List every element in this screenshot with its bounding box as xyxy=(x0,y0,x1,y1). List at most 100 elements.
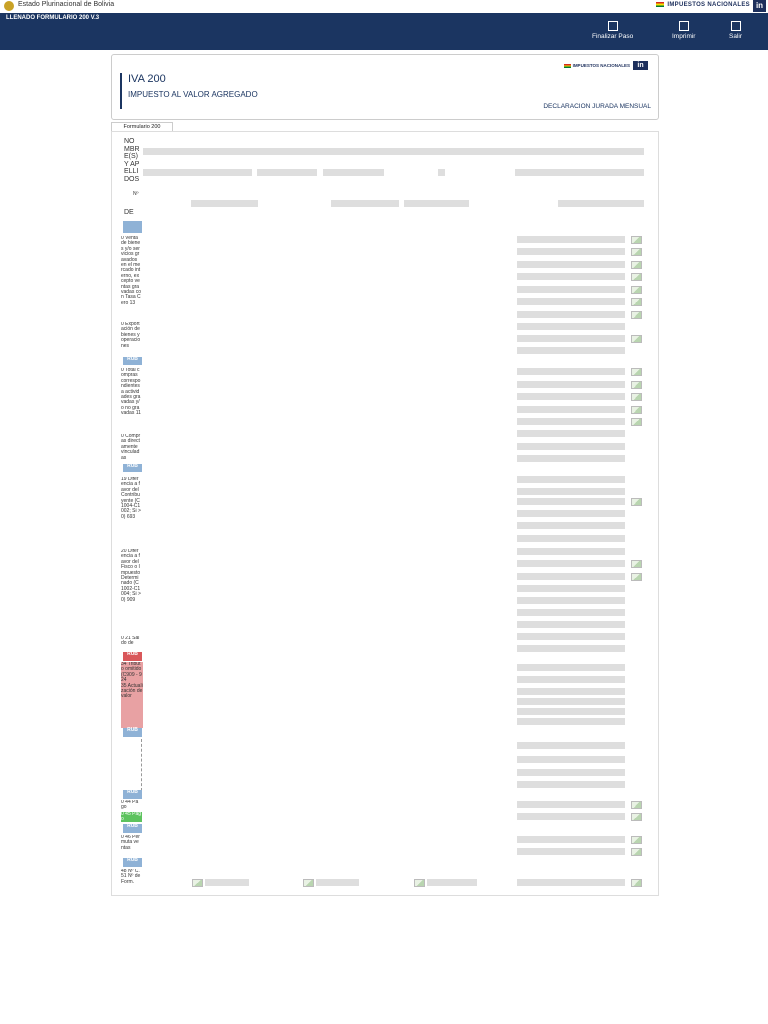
verify-icon[interactable] xyxy=(631,311,642,319)
verify-icon[interactable] xyxy=(631,393,642,401)
card-brand: IMPUESTOS NACIONALES xyxy=(563,63,630,68)
field[interactable] xyxy=(143,169,252,176)
value-field[interactable] xyxy=(517,476,625,483)
verify-icon[interactable] xyxy=(631,836,642,844)
section-label: 0 Venta de bienes y/o servicios gravados… xyxy=(121,236,141,306)
field[interactable] xyxy=(438,169,445,176)
value-field[interactable] xyxy=(517,645,625,652)
verify-icon[interactable] xyxy=(631,335,642,343)
field[interactable] xyxy=(323,169,384,176)
value-field[interactable] xyxy=(517,836,625,843)
value-field[interactable] xyxy=(517,335,625,342)
verify-icon[interactable] xyxy=(631,498,642,506)
rubro-badge: RUB xyxy=(123,727,142,737)
brand-logo-icon: in xyxy=(753,0,766,12)
owner-name-field[interactable] xyxy=(143,148,644,155)
value-field[interactable] xyxy=(517,848,625,855)
value-field[interactable] xyxy=(517,498,625,505)
verify-icon[interactable] xyxy=(303,879,314,887)
value-field[interactable] xyxy=(517,248,625,255)
value-field[interactable] xyxy=(517,813,625,820)
value-field[interactable] xyxy=(517,676,625,683)
value-field[interactable] xyxy=(517,406,625,413)
verify-icon[interactable] xyxy=(631,848,642,856)
field[interactable] xyxy=(331,200,399,207)
finalize-step-button[interactable]: Finalizar Paso xyxy=(592,21,633,40)
value-field[interactable] xyxy=(517,298,625,305)
verify-icon[interactable] xyxy=(631,298,642,306)
value-field[interactable] xyxy=(517,418,625,425)
value-field[interactable] xyxy=(517,535,625,542)
value-field[interactable] xyxy=(517,347,625,354)
value-field[interactable] xyxy=(517,573,625,580)
verify-icon[interactable] xyxy=(631,368,642,376)
verify-icon[interactable] xyxy=(192,879,203,887)
value-field[interactable] xyxy=(517,261,625,268)
rubro-badge: RUB xyxy=(123,789,142,799)
section-label: 0 Compras directamente vinculadas xyxy=(121,434,141,461)
field[interactable] xyxy=(257,169,317,176)
verify-icon[interactable] xyxy=(631,573,642,581)
value-field[interactable] xyxy=(517,585,625,592)
value-field[interactable] xyxy=(517,236,625,243)
value-field[interactable] xyxy=(517,286,625,293)
value-field[interactable] xyxy=(517,560,625,567)
value-field[interactable] xyxy=(517,597,625,604)
value-field[interactable] xyxy=(517,443,625,450)
value-field[interactable] xyxy=(517,273,625,280)
value-field[interactable] xyxy=(517,664,625,671)
value-field[interactable] xyxy=(517,879,625,886)
app-header: LLENADO FORMULARIO 200 V.3 Finalizar Pas… xyxy=(0,13,768,50)
value-field[interactable] xyxy=(517,430,625,437)
nit-field[interactable] xyxy=(191,200,258,207)
verify-icon[interactable] xyxy=(631,273,642,281)
field[interactable] xyxy=(515,169,644,176)
value-field[interactable] xyxy=(517,609,625,616)
value-field[interactable] xyxy=(517,393,625,400)
government-strip: Estado Plurinacional de Bolivia IMPUESTO… xyxy=(0,0,768,14)
value-field[interactable] xyxy=(517,708,625,715)
verify-icon[interactable] xyxy=(631,560,642,568)
value-field[interactable] xyxy=(517,781,625,788)
value-field[interactable] xyxy=(427,879,477,886)
value-field[interactable] xyxy=(517,756,625,763)
value-field[interactable] xyxy=(517,801,625,808)
verify-icon[interactable] xyxy=(631,418,642,426)
verify-icon[interactable] xyxy=(631,406,642,414)
print-button[interactable]: Imprimir xyxy=(672,21,695,40)
verify-icon[interactable] xyxy=(631,381,642,389)
value-field[interactable] xyxy=(517,718,625,725)
brand-name: IMPUESTOS NACIONALES xyxy=(656,2,750,8)
field[interactable] xyxy=(404,200,469,207)
value-field[interactable] xyxy=(517,769,625,776)
verify-icon[interactable] xyxy=(631,813,642,821)
value-field[interactable] xyxy=(205,879,249,886)
value-field[interactable] xyxy=(517,548,625,555)
value-field[interactable] xyxy=(517,621,625,628)
value-field[interactable] xyxy=(517,311,625,318)
value-field[interactable] xyxy=(517,688,625,695)
value-field[interactable] xyxy=(517,522,625,529)
value-field[interactable] xyxy=(517,368,625,375)
section-label-green: 0 45 Pago xyxy=(121,812,142,822)
value-field[interactable] xyxy=(517,510,625,517)
flag-icon xyxy=(563,63,571,68)
value-field[interactable] xyxy=(517,742,625,749)
exit-button[interactable]: Salir xyxy=(729,21,742,40)
verify-icon[interactable] xyxy=(631,801,642,809)
value-field[interactable] xyxy=(517,381,625,388)
verify-icon[interactable] xyxy=(631,248,642,256)
verify-icon[interactable] xyxy=(631,879,642,887)
verify-icon[interactable] xyxy=(414,879,425,887)
value-field[interactable] xyxy=(517,323,625,330)
value-field[interactable] xyxy=(517,455,625,462)
value-field[interactable] xyxy=(517,488,625,495)
field[interactable] xyxy=(558,200,644,207)
value-field[interactable] xyxy=(517,698,625,705)
verify-icon[interactable] xyxy=(631,286,642,294)
owner-label: NOMBRE(S) Y APELLIDOS xyxy=(124,138,140,183)
verify-icon[interactable] xyxy=(631,261,642,269)
verify-icon[interactable] xyxy=(631,236,642,244)
value-field[interactable] xyxy=(517,633,625,640)
value-field[interactable] xyxy=(316,879,359,886)
